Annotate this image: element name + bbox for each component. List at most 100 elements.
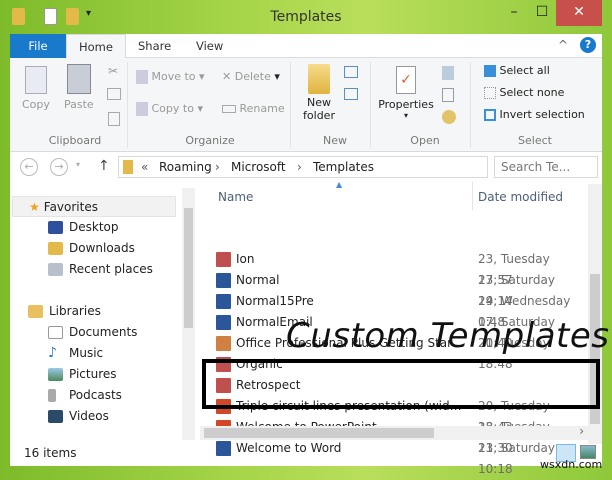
recent-places-icon (48, 263, 63, 276)
breadcrumb-roaming[interactable]: Roaming (159, 160, 212, 174)
libraries-icon (28, 305, 43, 318)
close-button[interactable]: ✕ (556, 0, 602, 26)
new-folder-button[interactable]: New folder (300, 64, 338, 122)
divider (470, 62, 471, 148)
minimize-button[interactable]: – (500, 0, 528, 26)
breadcrumb-overflow[interactable]: « (141, 160, 148, 174)
collapse-ribbon-icon[interactable]: ^ (558, 38, 568, 52)
recent-locations-icon[interactable]: ▾ (76, 160, 80, 169)
breadcrumb-templates[interactable]: Templates (313, 160, 374, 174)
tab-home[interactable]: Home (66, 34, 126, 59)
title-bar: ▾ Templates – ☐ ✕ (0, 0, 612, 34)
select-all-button[interactable]: Select all (484, 64, 550, 77)
forward-button[interactable]: → (50, 158, 68, 176)
file-name: Ion (236, 252, 255, 266)
documents-icon (48, 326, 63, 339)
tab-share[interactable]: Share (126, 34, 183, 58)
nav-favorites[interactable]: ★ Favorites (12, 196, 176, 217)
breadcrumb-separator[interactable]: › (215, 160, 220, 174)
maximize-button[interactable]: ☐ (528, 0, 556, 26)
breadcrumb-separator[interactable]: › (297, 160, 302, 174)
nav-item-documents[interactable]: Documents (12, 322, 176, 343)
breadcrumb-microsoft[interactable]: Microsoft (231, 160, 286, 174)
nav-scrollbar[interactable] (182, 188, 195, 440)
word-file-icon (216, 315, 231, 330)
easy-access-icon[interactable] (344, 88, 358, 100)
nav-item-recent-places[interactable]: Recent places (12, 259, 176, 280)
scroll-right-icon: › (579, 424, 584, 438)
nav-item-downloads[interactable]: Downloads (12, 238, 176, 259)
generic-file-icon (216, 336, 231, 351)
paste-icon (66, 64, 91, 94)
horizontal-scrollbar[interactable]: › (200, 424, 588, 440)
pictures-icon (48, 368, 63, 381)
file-name: Normal (236, 273, 280, 287)
new-item-icon[interactable] (344, 66, 358, 78)
nav-libraries[interactable]: Libraries (12, 301, 176, 322)
navigation-pane: ★ Favorites Desktop Downloads Recent plac… (12, 188, 180, 440)
invert-selection-button[interactable]: Invert selection (484, 108, 585, 121)
downloads-icon (48, 242, 63, 255)
open-icon[interactable] (442, 66, 454, 80)
tab-file[interactable]: File (10, 34, 66, 58)
podcasts-icon (48, 389, 56, 402)
nav-item-podcasts[interactable]: Podcasts (12, 385, 176, 406)
group-open-label: Open (410, 134, 440, 147)
potx-theme-file-icon (216, 252, 231, 267)
status-bar: 16 items (10, 440, 602, 466)
word-file-icon (216, 294, 231, 309)
up-button[interactable]: ↑ (98, 158, 110, 174)
desktop-icon (48, 221, 63, 234)
address-bar[interactable]: « Roaming › Microsoft › Templates (118, 156, 488, 178)
copy-label: Copy (22, 98, 50, 111)
file-row[interactable]: Normal15Pre 24, Wednesday 0:48 (200, 291, 580, 329)
column-header-date-modified[interactable]: Date modified (478, 190, 563, 204)
copy-to-button[interactable]: Copy to ▾ (136, 102, 203, 116)
file-row[interactable]: Normal 17, Saturday 19:14 (200, 270, 580, 308)
nav-item-music[interactable]: ♪ Music (12, 343, 176, 364)
address-bar-row: ← → ▾ ↑ « Roaming › Microsoft › Template… (10, 152, 602, 182)
copy-button[interactable]: Copy (22, 66, 50, 111)
copy-path-icon[interactable] (107, 88, 121, 100)
properties-button[interactable]: ✓ Properties ▾ (378, 66, 434, 120)
rename-button[interactable]: Rename (222, 102, 285, 115)
nav-item-videos[interactable]: Videos (12, 406, 176, 427)
large-icons-view-button[interactable] (580, 445, 596, 459)
new-folder-icon (308, 64, 330, 94)
star-icon: ★ (29, 200, 40, 214)
cut-icon[interactable]: ✂ (108, 64, 118, 78)
help-icon[interactable]: ? (580, 37, 596, 53)
group-select-label: Select (518, 134, 552, 147)
properties-icon: ✓ (396, 66, 416, 94)
column-header-name[interactable]: Name (218, 190, 253, 204)
word-file-icon (216, 273, 231, 288)
invert-selection-icon (484, 109, 496, 121)
nav-item-desktop[interactable]: Desktop (12, 217, 176, 238)
delete-icon: ✕ (222, 70, 232, 83)
copy-to-icon (136, 102, 148, 116)
rename-icon (222, 105, 236, 113)
delete-button[interactable]: ✕ Delete ▾ (222, 70, 280, 83)
select-none-button[interactable]: Select none (484, 86, 564, 99)
back-button[interactable]: ← (20, 158, 38, 176)
nav-item-pictures[interactable]: Pictures (12, 364, 176, 385)
paste-shortcut-icon[interactable] (108, 112, 120, 126)
ribbon-tabs: File Home Share View ^ ? (10, 34, 602, 59)
group-new-label: New (323, 134, 347, 147)
videos-icon (48, 410, 63, 423)
divider (290, 62, 291, 148)
file-name: Normal15Pre (236, 294, 314, 308)
search-input[interactable]: Search Te... (494, 156, 598, 178)
tab-view[interactable]: View (184, 34, 235, 58)
move-to-button[interactable]: Move to ▾ (136, 70, 205, 84)
history-icon[interactable] (442, 110, 456, 124)
select-all-icon (484, 65, 496, 77)
paste-button[interactable]: Paste (64, 64, 94, 111)
file-row[interactable]: Ion 23, Tuesday 23:57 (200, 249, 580, 287)
divider (370, 62, 371, 148)
edit-icon[interactable] (442, 88, 454, 102)
divider (127, 62, 128, 148)
folder-icon (123, 160, 133, 174)
move-to-icon (136, 70, 148, 84)
paste-label: Paste (64, 98, 94, 111)
